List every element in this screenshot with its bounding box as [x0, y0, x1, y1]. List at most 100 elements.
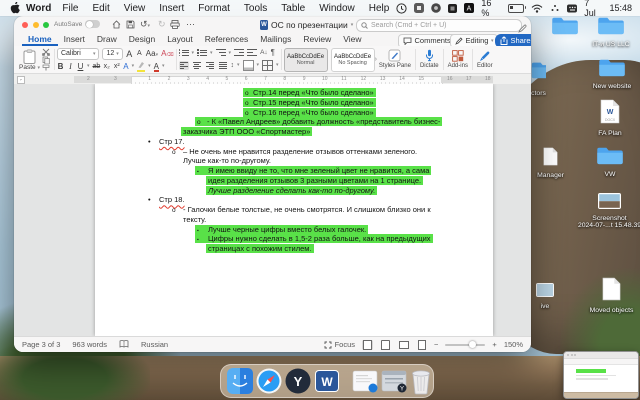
- home-icon[interactable]: [112, 20, 121, 31]
- styles-pane-button[interactable]: Styles Pane: [377, 47, 413, 72]
- zoom-in-icon[interactable]: +: [492, 340, 496, 349]
- borders-icon[interactable]: [262, 59, 274, 71]
- autosave-toggle[interactable]: [85, 20, 101, 28]
- menu-item-format[interactable]: Format: [191, 3, 237, 14]
- menubar-time[interactable]: 15:48: [609, 3, 632, 13]
- menubar-app-icon-3[interactable]: [448, 3, 458, 13]
- increase-indent-icon[interactable]: [247, 48, 258, 57]
- clock-icon[interactable]: [396, 2, 407, 14]
- minimize-window-button[interactable]: [32, 22, 39, 28]
- clear-formatting-button[interactable]: A⌫: [161, 49, 173, 58]
- keyboard-icon[interactable]: [567, 4, 578, 13]
- format-painter-icon[interactable]: [42, 64, 50, 72]
- search-input[interactable]: Search (Cmd + Ctrl + U): [356, 19, 522, 32]
- menu-item-tools[interactable]: Tools: [237, 3, 274, 14]
- dock-mindoc[interactable]: [352, 369, 378, 393]
- paste-button[interactable]: Paste ▾: [19, 49, 40, 71]
- desktop-icon-manager[interactable]: Manager: [537, 147, 564, 179]
- decrease-indent-icon[interactable]: [234, 48, 245, 57]
- page-indicator[interactable]: Page 3 of 3: [22, 340, 60, 349]
- undo-icon[interactable]: ↺▾: [140, 20, 150, 31]
- tab-design[interactable]: Design: [123, 34, 161, 46]
- dictate-button[interactable]: Dictate: [418, 47, 441, 72]
- print-icon[interactable]: [170, 20, 180, 31]
- tab-layout[interactable]: Layout: [161, 34, 199, 46]
- zoom-slider[interactable]: [445, 340, 486, 348]
- close-window-button[interactable]: [22, 22, 28, 28]
- bullets-icon[interactable]: [178, 48, 189, 57]
- focus-button[interactable]: Focus: [335, 340, 355, 349]
- pilcrow-icon[interactable]: ¶: [271, 48, 275, 57]
- zoom-slider-knob[interactable]: [469, 340, 477, 348]
- multilevel-list-icon[interactable]: [215, 48, 226, 57]
- change-case-button[interactable]: Aa▾: [146, 49, 158, 58]
- shrink-font-button[interactable]: A: [136, 50, 143, 57]
- menubar-app-icon-2[interactable]: [431, 3, 442, 13]
- desktop-icon-new-website[interactable]: New website: [593, 57, 631, 90]
- dock-yandex[interactable]: Y: [285, 368, 311, 394]
- menubar-app-icon-1[interactable]: [414, 3, 425, 13]
- text-effects-button[interactable]: A: [123, 62, 128, 71]
- outline-view-icon[interactable]: [398, 340, 409, 350]
- menu-item-view[interactable]: View: [117, 3, 153, 14]
- font-size-select[interactable]: 12 ▾: [102, 47, 123, 60]
- menubar-app-name[interactable]: Word: [26, 3, 51, 14]
- tab-mailings[interactable]: Mailings: [254, 34, 297, 46]
- justify-icon[interactable]: [218, 61, 228, 70]
- desktop-icon-ctors[interactable]: ctors: [531, 60, 546, 97]
- word-count[interactable]: 963 words: [72, 340, 107, 349]
- language-indicator[interactable]: Russian: [141, 340, 168, 349]
- more-commands-icon[interactable]: ⋯: [186, 20, 195, 29]
- desktop-icon-moved-objects[interactable]: Moved objects: [590, 277, 633, 314]
- screenshot-preview-thumbnail[interactable]: [563, 351, 639, 399]
- bold-button[interactable]: B: [57, 62, 64, 71]
- grow-font-button[interactable]: A: [126, 49, 133, 59]
- font-color-button[interactable]: A: [153, 62, 160, 72]
- line-spacing-icon[interactable]: ↕: [231, 62, 235, 69]
- desktop-icon-fa-plan[interactable]: W DOCX FA Plan: [598, 99, 622, 137]
- save-icon[interactable]: [126, 20, 135, 31]
- strikethrough-button[interactable]: ab: [92, 63, 100, 70]
- redo-icon[interactable]: ↻: [158, 20, 166, 29]
- style-normal[interactable]: AaBbCcDdEe Normal: [283, 47, 328, 72]
- apple-menu-icon[interactable]: [10, 2, 20, 14]
- menu-item-help[interactable]: Help: [362, 3, 397, 14]
- font-name-select[interactable]: Calibri ▾: [56, 47, 100, 60]
- desktop-icon-vw[interactable]: VW: [596, 145, 624, 178]
- dock-word[interactable]: W: [314, 368, 340, 394]
- editor-button[interactable]: Editor: [475, 47, 495, 72]
- tab-review[interactable]: Review: [297, 34, 337, 46]
- wifi-icon[interactable]: [531, 4, 543, 13]
- zoom-window-button[interactable]: [43, 22, 49, 28]
- document-page[interactable]: o Стр.14 перед «Что было сделано» o Стр.15 …: [95, 84, 493, 336]
- superscript-button[interactable]: x²: [113, 63, 120, 70]
- style-no-spacing[interactable]: AaBbCcDdEe No Spacing: [330, 47, 375, 72]
- subscript-button[interactable]: x₂: [103, 63, 110, 70]
- web-layout-view-icon[interactable]: [380, 339, 391, 350]
- tab-view[interactable]: View: [337, 34, 367, 46]
- numbering-icon[interactable]: [197, 48, 208, 57]
- tab-insert[interactable]: Insert: [58, 34, 91, 46]
- print-layout-view-icon[interactable]: [362, 339, 374, 350]
- menu-item-insert[interactable]: Insert: [152, 3, 191, 14]
- draft-view-icon[interactable]: [416, 339, 427, 350]
- desktop-icon-it-и-us-llc[interactable]: IT-и US LLC: [592, 15, 630, 48]
- menu-item-table[interactable]: Table: [274, 3, 312, 14]
- italic-button[interactable]: I: [67, 62, 74, 71]
- menu-item-edit[interactable]: Edit: [86, 3, 117, 14]
- zoom-level[interactable]: 150%: [504, 340, 523, 349]
- dock-safari[interactable]: [256, 368, 282, 394]
- desktop-icon-screenshot-2024-07-t-15-48-39[interactable]: Screenshot 2024-07-...t 15.48.39: [578, 193, 640, 229]
- align-right-icon[interactable]: [205, 61, 215, 70]
- shading-icon[interactable]: [242, 59, 254, 71]
- tab-home[interactable]: Home: [22, 34, 58, 46]
- menu-item-file[interactable]: File: [55, 3, 85, 14]
- desktop-icon-folder[interactable]: [551, 15, 579, 40]
- dock-trash[interactable]: [410, 367, 432, 395]
- menubar-date[interactable]: 7 Jul: [584, 0, 602, 18]
- sort-icon[interactable]: A↓: [260, 49, 268, 56]
- menu-item-window[interactable]: Window: [312, 3, 362, 14]
- copy-icon[interactable]: [42, 56, 50, 64]
- dock-finder[interactable]: [227, 368, 253, 394]
- tab-draw[interactable]: Draw: [91, 34, 123, 46]
